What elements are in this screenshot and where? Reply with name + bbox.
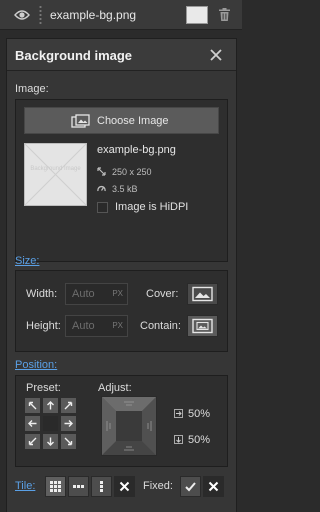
adjust-pad-graphic (102, 397, 156, 455)
hidpi-checkbox[interactable] (97, 202, 108, 213)
contain-label: Contain: (140, 320, 181, 332)
image-section-label: Image: (15, 83, 49, 95)
x-icon (119, 481, 130, 492)
adjust-label: Adjust: (98, 382, 132, 394)
arrow-down-left-icon (28, 437, 37, 446)
vertical-position-icon (174, 435, 183, 444)
arrow-left-icon (28, 420, 37, 427)
close-icon[interactable] (209, 48, 223, 62)
width-value: Auto (72, 288, 95, 300)
height-value: Auto (72, 320, 95, 332)
layer-row[interactable]: example-bg.png (0, 0, 242, 30)
fixed-label: Fixed: (143, 480, 173, 492)
position-adjust-pad[interactable] (101, 396, 157, 456)
arrow-up-icon (47, 401, 54, 410)
thumbnail-text: Background Image (30, 166, 81, 172)
position-x-value: 50% (188, 408, 211, 420)
contain-button[interactable] (187, 315, 218, 337)
fixed-no-button[interactable] (203, 476, 224, 497)
height-label: Height: (26, 320, 61, 332)
thumbnail-placeholder-graphic (25, 144, 86, 205)
tile-vertical-icon (100, 481, 103, 492)
position-y-value: 50% (188, 434, 211, 446)
height-input[interactable]: Auto PX (65, 315, 128, 337)
tile-both-button[interactable] (45, 476, 66, 497)
cover-button[interactable] (187, 283, 218, 305)
gauge-icon (97, 185, 106, 192)
image-file-name: example-bg.png (97, 144, 176, 156)
tile-horizontal-button[interactable] (68, 476, 89, 497)
cover-icon (192, 286, 213, 302)
background-image-panel: Background image Image: Choose Image Bac… (6, 38, 237, 512)
size-box: Width: Auto PX Cover: Height: Auto PX Co… (15, 270, 228, 352)
width-unit: PX (112, 289, 123, 298)
position-section-label[interactable]: Position: (15, 359, 57, 371)
preset-bottom-right[interactable] (60, 433, 77, 450)
images-icon (71, 114, 90, 128)
image-dimensions-row: 250 x 250 (97, 167, 152, 177)
height-unit: PX (112, 321, 123, 330)
choose-image-button[interactable]: Choose Image (24, 107, 219, 134)
preset-top[interactable] (42, 397, 59, 414)
contain-icon (192, 318, 213, 334)
panel-title: Background image (15, 48, 133, 63)
trash-icon[interactable] (219, 8, 230, 21)
position-y-readout[interactable]: 50% (174, 434, 210, 446)
arrow-up-left-icon (28, 401, 37, 410)
image-size-row: 3.5 kB (97, 184, 138, 194)
preset-bottom-left[interactable] (24, 433, 41, 450)
eye-icon[interactable] (14, 9, 30, 21)
arrow-down-icon (47, 437, 54, 446)
hidpi-label: Image is HiDPI (115, 201, 189, 213)
size-section-label[interactable]: Size: (15, 255, 39, 267)
drag-handle[interactable] (39, 5, 42, 25)
tile-vertical-button[interactable] (91, 476, 112, 497)
resize-icon (97, 167, 106, 176)
tile-horizontal-icon (73, 485, 84, 488)
arrow-up-right-icon (64, 401, 73, 410)
arrow-down-right-icon (64, 437, 73, 446)
position-x-readout[interactable]: 50% (174, 408, 210, 420)
image-dimensions: 250 x 250 (112, 167, 152, 177)
position-preset-grid (24, 397, 80, 453)
image-thumbnail: Background Image (24, 143, 87, 206)
preset-left[interactable] (24, 415, 41, 432)
arrow-right-icon (64, 420, 73, 427)
image-file-size: 3.5 kB (112, 184, 138, 194)
horizontal-position-icon (174, 409, 183, 418)
image-box: Choose Image Background Image example-bg… (15, 99, 228, 262)
layer-name: example-bg.png (50, 8, 137, 22)
x-icon (208, 481, 219, 492)
preset-center[interactable] (42, 415, 59, 432)
no-tile-button[interactable] (114, 476, 135, 497)
choose-image-label: Choose Image (97, 115, 169, 127)
tile-section-label[interactable]: Tile: (15, 480, 35, 492)
position-box: Preset: Adjust: 50% 50% (15, 375, 228, 467)
preset-right[interactable] (60, 415, 77, 432)
panel-header: Background image (7, 39, 236, 71)
layer-swatch[interactable] (186, 6, 208, 24)
preset-top-right[interactable] (60, 397, 77, 414)
width-label: Width: (26, 288, 58, 300)
check-icon (185, 482, 196, 492)
grid-icon (50, 481, 61, 492)
width-input[interactable]: Auto PX (65, 283, 128, 305)
preset-top-left[interactable] (24, 397, 41, 414)
preset-label: Preset: (26, 382, 61, 394)
fixed-yes-button[interactable] (180, 476, 201, 497)
cover-label: Cover: (146, 288, 179, 300)
preset-bottom[interactable] (42, 433, 59, 450)
